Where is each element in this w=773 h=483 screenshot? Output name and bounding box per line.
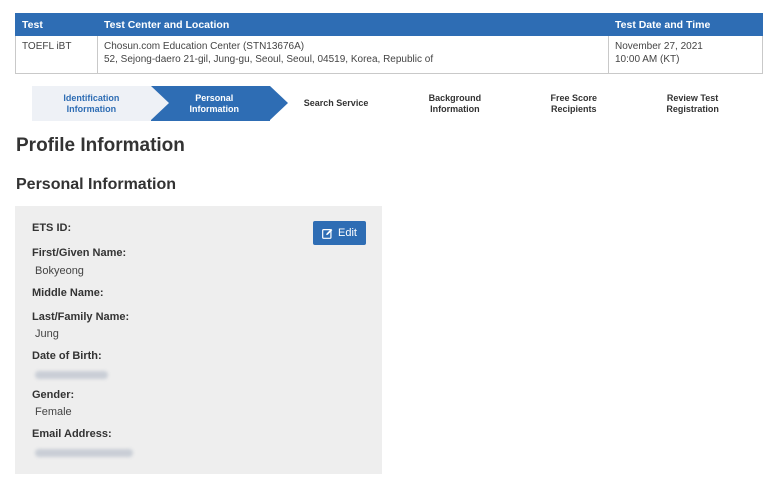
- middle-name-label: Middle Name:: [32, 287, 104, 299]
- step-label-line1: Background: [428, 92, 482, 103]
- step-label-line2: Recipients: [550, 103, 597, 114]
- registration-progress-stepper: Identification Information Personal Inform…: [32, 86, 745, 121]
- step-background-information: Background Information: [388, 86, 507, 121]
- table-row: TOEFL iBT Chosun.com Education Center (S…: [15, 35, 763, 74]
- table-header-row: Test Test Center and Location Test Date …: [15, 13, 763, 36]
- step-label-line2: Registration: [666, 103, 719, 114]
- gender-label: Gender:: [32, 389, 75, 401]
- step-label-line1: Personal: [195, 92, 234, 103]
- cell-test-name: TOEFL iBT: [15, 35, 98, 74]
- header-test: Test: [15, 13, 98, 36]
- step-label-line2: Information: [430, 103, 480, 114]
- test-details-table: Test Test Center and Location Test Date …: [15, 13, 763, 74]
- personal-information-card: Edit ETS ID: First/Given Name: Bokyeong …: [15, 206, 382, 474]
- header-test-center: Test Center and Location: [97, 13, 609, 36]
- step-label-line1: Search Service: [303, 98, 369, 108]
- email-address-value-redacted: [35, 448, 133, 460]
- gender-value: Female: [35, 406, 72, 418]
- date-of-birth-value-redacted: [35, 370, 108, 382]
- edit-button-label: Edit: [338, 227, 357, 239]
- cell-test-datetime: November 27, 2021 10:00 AM (KT): [608, 35, 763, 74]
- step-label-line1: Review Test: [666, 92, 719, 103]
- step-review-test-registration: Review Test Registration: [626, 86, 745, 121]
- step-label-line1: Free Score: [550, 92, 598, 103]
- step-identification-information[interactable]: Identification Information: [32, 86, 169, 121]
- test-center-address: 52, Sejong-daero 21-gil, Jung-gu, Seoul,…: [104, 54, 434, 65]
- step-free-score-recipients: Free Score Recipients: [507, 86, 626, 121]
- header-test-date: Test Date and Time: [608, 13, 763, 36]
- step-label-line2: Information: [66, 103, 117, 114]
- cell-test-center: Chosun.com Education Center (STN13676A) …: [97, 35, 609, 74]
- step-label-line1: Identification: [63, 92, 120, 103]
- first-name-value: Bokyeong: [35, 265, 84, 277]
- page-title: Profile Information: [16, 135, 185, 156]
- section-title: Personal Information: [16, 176, 177, 193]
- email-address-label: Email Address:: [32, 428, 112, 440]
- first-name-label: First/Given Name:: [32, 247, 127, 259]
- ets-id-label: ETS ID:: [32, 222, 72, 234]
- test-center-name: Chosun.com Education Center (STN13676A): [104, 41, 305, 52]
- test-time: 10:00 AM (KT): [615, 54, 680, 65]
- last-name-label: Last/Family Name:: [32, 311, 130, 323]
- last-name-value: Jung: [35, 328, 59, 340]
- test-date: November 27, 2021: [615, 41, 703, 52]
- edit-icon: [322, 228, 333, 239]
- date-of-birth-label: Date of Birth:: [32, 350, 102, 362]
- step-label-line2: Information: [189, 103, 239, 114]
- edit-button[interactable]: Edit: [313, 221, 366, 245]
